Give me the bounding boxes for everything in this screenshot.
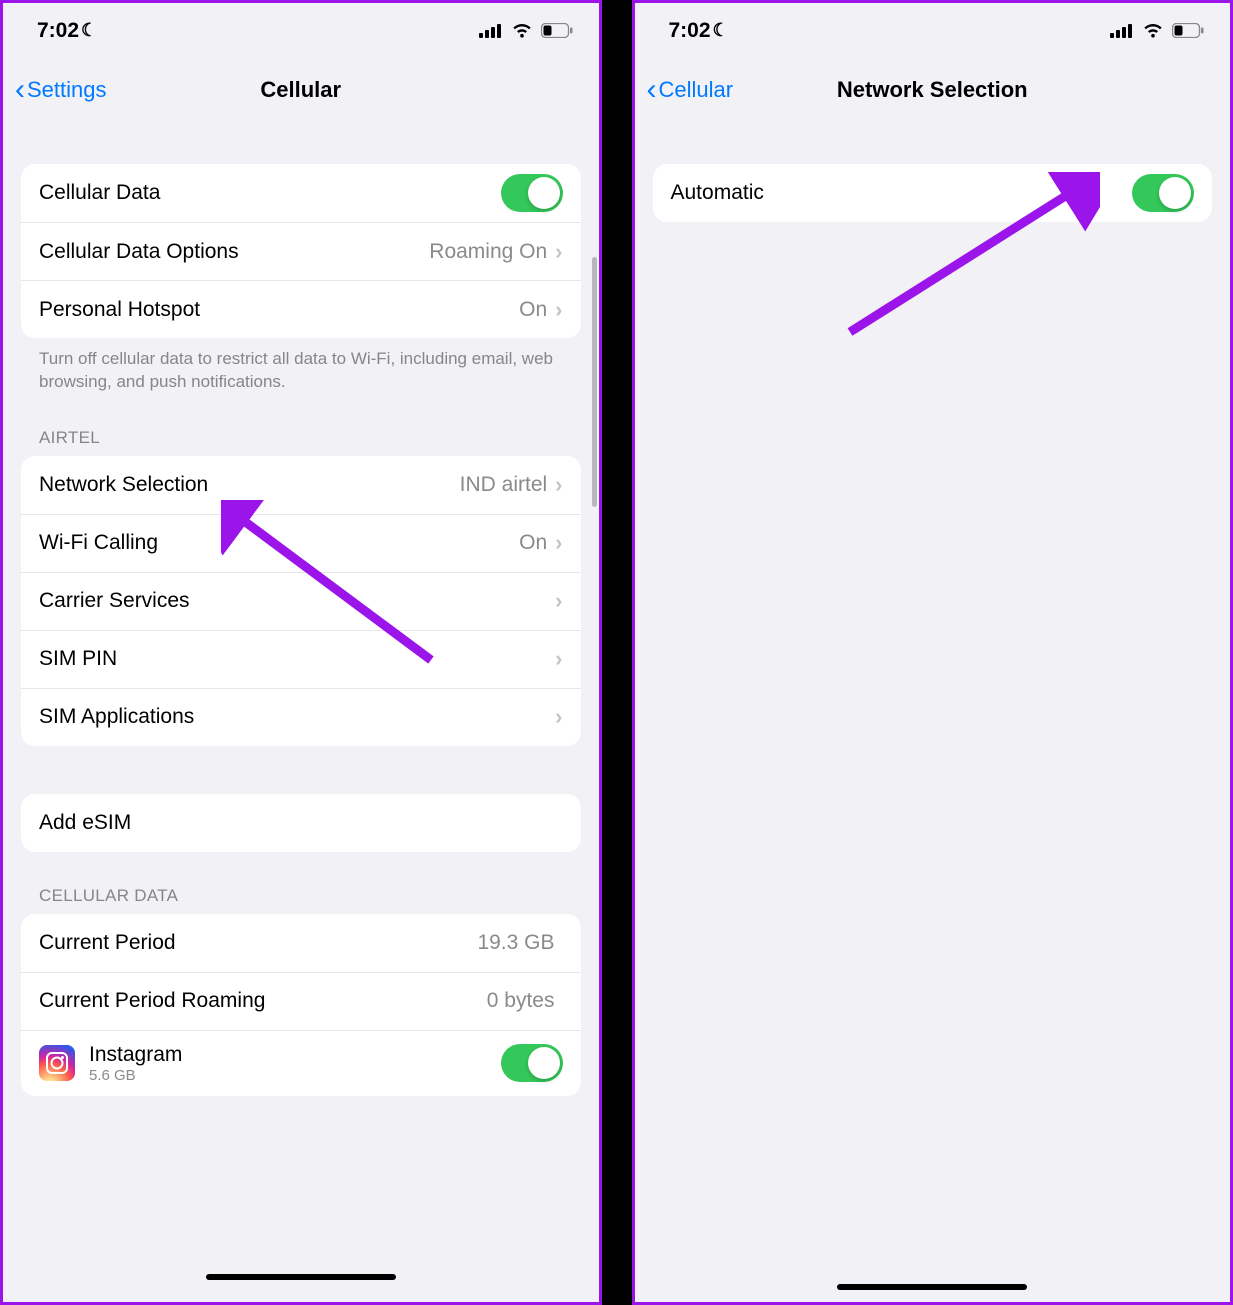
chevron-right-icon: › (555, 472, 562, 498)
status-time: 7:02 (669, 19, 711, 43)
wifi-calling-row[interactable]: Wi-Fi Calling On › (21, 514, 581, 572)
personal-hotspot-row[interactable]: Personal Hotspot On › (21, 280, 581, 338)
current-period-row[interactable]: Current Period 19.3 GB (21, 914, 581, 972)
wifi-icon (1142, 23, 1164, 39)
status-bar: 7:02 ☾ (635, 3, 1231, 58)
chevron-right-icon: › (555, 588, 562, 614)
cell-detail: Roaming On (429, 240, 547, 264)
sim-applications-row[interactable]: SIM Applications › (21, 688, 581, 746)
cellular-data-options-row[interactable]: Cellular Data Options Roaming On › (21, 222, 581, 280)
chevron-right-icon: › (555, 704, 562, 730)
cell-label: SIM PIN (39, 647, 555, 671)
cellular-data-section-header: CELLULAR DATA (21, 852, 581, 914)
home-indicator[interactable] (837, 1284, 1027, 1290)
left-phone-cellular: 7:02 ☾ ‹ Settings Cellular Cellular Data… (0, 0, 602, 1305)
chevron-left-icon: ‹ (647, 75, 657, 105)
sim-pin-row[interactable]: SIM PIN › (21, 630, 581, 688)
back-label: Cellular (659, 77, 734, 103)
app-name: Instagram (89, 1043, 501, 1067)
battery-icon (1172, 23, 1204, 38)
cell-detail: IND airtel (460, 473, 548, 497)
cell-label: Add eSIM (39, 811, 563, 835)
cell-label: Network Selection (39, 473, 460, 497)
nav-header: ‹ Settings Cellular (3, 58, 599, 122)
do-not-disturb-icon: ☾ (81, 20, 97, 41)
cellular-data-row[interactable]: Cellular Data (21, 164, 581, 222)
cell-detail: On (519, 298, 547, 322)
settings-content: Cellular Data Cellular Data Options Roam… (3, 122, 599, 1302)
page-title: Network Selection (837, 77, 1028, 103)
cell-label: Automatic (671, 181, 1133, 205)
battery-icon (541, 23, 573, 38)
current-period-roaming-row[interactable]: Current Period Roaming 0 bytes (21, 972, 581, 1030)
carrier-group: Network Selection IND airtel › Wi-Fi Cal… (21, 456, 581, 746)
cell-detail: On (519, 531, 547, 555)
cell-label: SIM Applications (39, 705, 555, 729)
wifi-icon (511, 23, 533, 39)
esim-group: Add eSIM (21, 794, 581, 852)
cell-label: Personal Hotspot (39, 298, 519, 322)
back-label: Settings (27, 77, 107, 103)
chevron-right-icon: › (555, 530, 562, 556)
do-not-disturb-icon: ☾ (713, 20, 729, 41)
scroll-indicator[interactable] (592, 257, 597, 507)
chevron-right-icon: › (555, 239, 562, 265)
settings-content: Automatic (635, 122, 1231, 1302)
instagram-toggle[interactable] (501, 1044, 563, 1082)
cellular-signal-icon (479, 24, 503, 38)
cell-label: Current Period Roaming (39, 989, 487, 1013)
instagram-icon (39, 1045, 75, 1081)
cellular-data-group: Cellular Data Cellular Data Options Roam… (21, 164, 581, 338)
carrier-section-header: AIRTEL (21, 394, 581, 456)
back-button[interactable]: ‹ Settings (15, 75, 107, 105)
status-bar: 7:02 ☾ (3, 3, 599, 58)
page-title: Cellular (260, 77, 341, 103)
cell-detail: 0 bytes (487, 989, 555, 1013)
app-data-usage: 5.6 GB (89, 1067, 501, 1084)
chevron-right-icon: › (555, 646, 562, 672)
automatic-group: Automatic (653, 164, 1213, 222)
automatic-toggle[interactable] (1132, 174, 1194, 212)
home-indicator[interactable] (206, 1274, 396, 1280)
cell-label: Wi-Fi Calling (39, 531, 519, 555)
cell-label: Carrier Services (39, 589, 555, 613)
automatic-row[interactable]: Automatic (653, 164, 1213, 222)
right-phone-network-selection: 7:02 ☾ ‹ Cellular Network Selection Auto… (632, 0, 1233, 1305)
network-selection-row[interactable]: Network Selection IND airtel › (21, 456, 581, 514)
cell-label: Current Period (39, 931, 477, 955)
cell-label: Cellular Data (39, 181, 501, 205)
usage-group: Current Period 19.3 GB Current Period Ro… (21, 914, 581, 1096)
group-footer: Turn off cellular data to restrict all d… (21, 338, 581, 394)
add-esim-row[interactable]: Add eSIM (21, 794, 581, 852)
cellular-data-toggle[interactable] (501, 174, 563, 212)
instagram-row[interactable]: Instagram 5.6 GB (21, 1030, 581, 1096)
chevron-left-icon: ‹ (15, 75, 25, 105)
status-time: 7:02 (37, 19, 79, 43)
nav-header: ‹ Cellular Network Selection (635, 58, 1231, 122)
cell-label: Cellular Data Options (39, 240, 429, 264)
cellular-signal-icon (1110, 24, 1134, 38)
carrier-services-row[interactable]: Carrier Services › (21, 572, 581, 630)
chevron-right-icon: › (555, 297, 562, 323)
back-button[interactable]: ‹ Cellular (647, 75, 734, 105)
cell-detail: 19.3 GB (477, 931, 554, 955)
